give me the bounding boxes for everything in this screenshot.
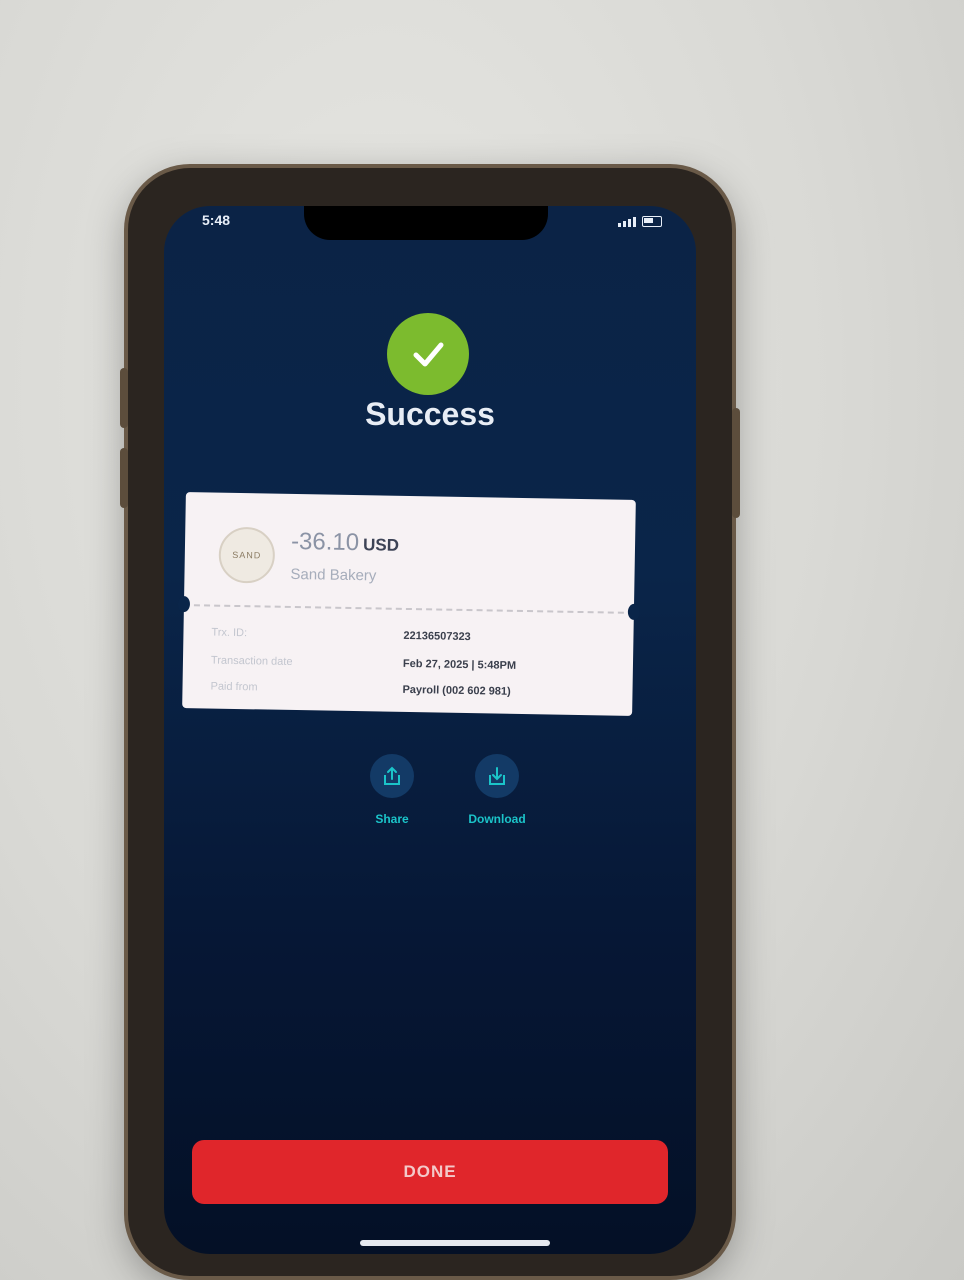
home-indicator[interactable] bbox=[360, 1240, 550, 1246]
status-time: 5:48 bbox=[202, 212, 231, 228]
done-button[interactable]: DONE bbox=[192, 1140, 668, 1204]
detail-label: Trx. ID: bbox=[211, 626, 248, 640]
detail-row: Paid from Payroll (002 602 981) bbox=[210, 681, 602, 700]
page-title: Success bbox=[365, 396, 495, 432]
merchant-name: Sand Bakery bbox=[290, 565, 377, 585]
checkmark-icon bbox=[413, 342, 444, 367]
battery-icon bbox=[642, 216, 662, 227]
volume-up-button bbox=[120, 368, 128, 428]
merchant-logo: SAND bbox=[218, 526, 276, 584]
phone-frame: 5:48 Success SAND -36.10 USD Sand Bakery … bbox=[120, 168, 740, 1276]
perforation-notch-left bbox=[177, 595, 191, 613]
success-badge bbox=[387, 313, 469, 395]
detail-label: Transaction date bbox=[210, 654, 293, 668]
share-label[interactable]: Share bbox=[357, 812, 427, 826]
camera-notch bbox=[304, 206, 548, 240]
power-button bbox=[732, 408, 740, 518]
app-screen: 5:48 Success SAND -36.10 USD Sand Bakery … bbox=[164, 206, 696, 1254]
share-icon bbox=[384, 766, 400, 785]
download-label[interactable]: Download bbox=[462, 812, 532, 826]
perforation-divider bbox=[193, 604, 624, 614]
download-icon bbox=[489, 767, 505, 785]
share-button[interactable]: Share bbox=[357, 754, 427, 826]
signal-icon bbox=[618, 216, 636, 227]
volume-down-button bbox=[120, 448, 128, 508]
download-icon-wrap[interactable] bbox=[475, 754, 519, 798]
detail-value: Payroll (002 602 981) bbox=[402, 683, 511, 698]
share-icon-wrap[interactable] bbox=[370, 754, 414, 798]
download-button[interactable]: Download bbox=[462, 754, 532, 826]
amount-value: -36.10 bbox=[290, 527, 360, 557]
detail-value: Feb 27, 2025 | 5:48PM bbox=[402, 657, 517, 672]
status-icons bbox=[618, 216, 662, 227]
detail-value: 22136507323 bbox=[403, 629, 471, 644]
receipt-card: SAND -36.10 USD Sand Bakery Trx. ID: 2213… bbox=[177, 492, 641, 716]
detail-label: Paid from bbox=[210, 680, 258, 694]
perforation-notch-right bbox=[627, 603, 641, 621]
amount-currency: USD bbox=[362, 535, 400, 555]
detail-row: Trx. ID: 22136507323 bbox=[211, 627, 603, 646]
amount: -36.10 USD bbox=[291, 528, 399, 558]
detail-row: Transaction date Feb 27, 2025 | 5:48PM bbox=[211, 655, 603, 674]
